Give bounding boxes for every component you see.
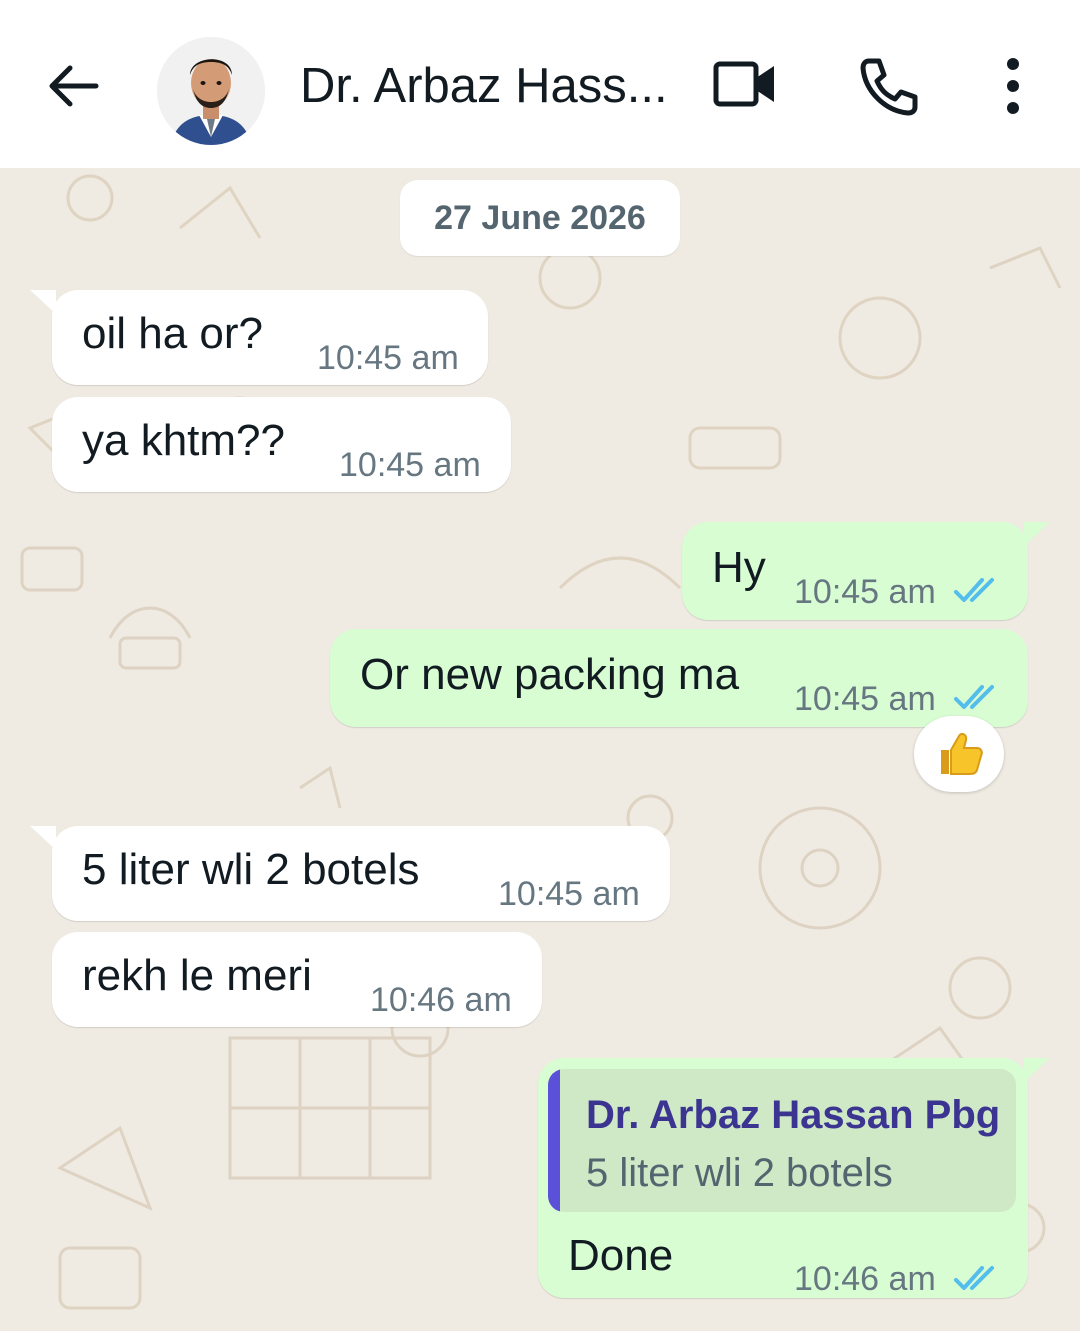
read-receipt-icon	[954, 578, 994, 602]
incoming-message[interactable]: ya khtm?? 10:45 am	[52, 397, 511, 492]
incoming-message[interactable]: oil ha or? 10:45 am	[52, 290, 488, 385]
reaction-badge[interactable]	[914, 716, 1004, 792]
message-time: 10:45 am	[498, 875, 640, 913]
message-time: 10:46 am	[794, 1260, 936, 1298]
message-text: Done	[568, 1231, 674, 1280]
video-call-icon[interactable]	[712, 58, 778, 112]
contact-avatar[interactable]	[157, 37, 265, 145]
quote-accent-bar	[548, 1069, 560, 1212]
arrow-left-icon[interactable]	[44, 56, 104, 116]
message-text: Hy	[712, 543, 766, 592]
bubble-tail	[30, 826, 56, 850]
message-text: rekh le meri	[82, 951, 312, 1000]
message-text: 5 liter wli 2 botels	[82, 845, 420, 894]
bubble-tail	[1024, 522, 1050, 546]
message-time: 10:45 am	[794, 573, 936, 611]
chat-area[interactable]: 27 June 2026 oil ha or? 10:45 am ya khtm…	[0, 168, 1080, 1331]
quoted-author: Dr. Arbaz Hassan Pbg	[586, 1093, 1001, 1137]
bubble-tail	[30, 290, 56, 314]
contact-name[interactable]: Dr. Arbaz Hass...	[300, 56, 672, 116]
date-chip: 27 June 2026	[400, 180, 680, 256]
quoted-text: 5 liter wli 2 botels	[586, 1151, 893, 1195]
message-time: 10:46 am	[370, 981, 512, 1019]
message-time: 10:45 am	[317, 339, 459, 377]
message-text: ya khtm??	[82, 416, 285, 465]
voice-call-icon[interactable]	[857, 55, 919, 117]
quoted-message[interactable]: Dr. Arbaz Hassan Pbg 5 liter wli 2 botel…	[548, 1069, 1016, 1212]
message-time: 10:45 am	[794, 680, 936, 718]
message-text: Or new packing ma	[360, 650, 740, 699]
incoming-message[interactable]: 5 liter wli 2 botels 10:45 am	[52, 826, 670, 921]
chat-header: Dr. Arbaz Hass...	[0, 0, 1080, 169]
incoming-message[interactable]: rekh le meri 10:46 am	[52, 932, 542, 1027]
bubble-tail	[1024, 1058, 1050, 1082]
outgoing-message[interactable]: Or new packing ma 10:45 am	[330, 629, 1028, 727]
outgoing-message[interactable]: Hy 10:45 am	[682, 522, 1028, 620]
thumbs-up-icon	[941, 732, 983, 775]
read-receipt-icon	[954, 685, 994, 709]
message-time: 10:45 am	[339, 446, 481, 484]
message-text: oil ha or?	[82, 309, 264, 358]
more-vertical-icon[interactable]	[995, 56, 1031, 118]
read-receipt-icon	[954, 1266, 994, 1290]
